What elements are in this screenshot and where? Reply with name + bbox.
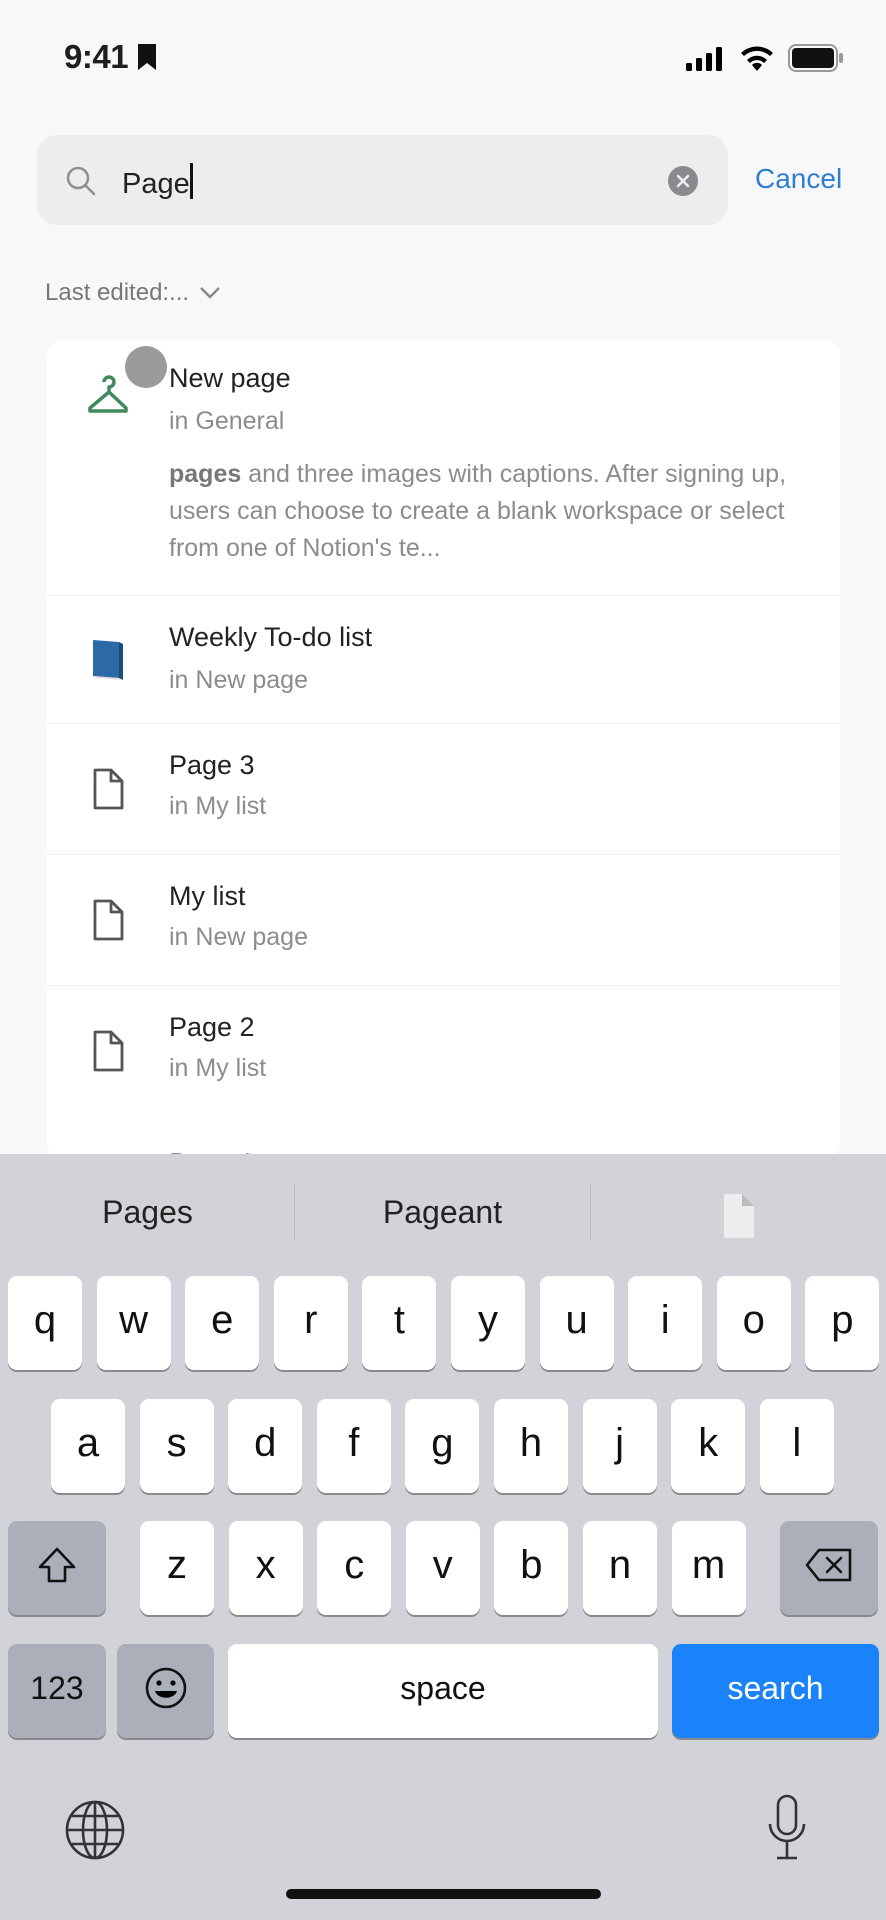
status-time: 9:41 — [64, 38, 157, 76]
clear-icon[interactable] — [668, 166, 698, 196]
search-value[interactable]: Page — [122, 163, 193, 201]
result-title: New page — [169, 363, 291, 393]
emoji-icon — [145, 1667, 186, 1709]
list-item[interactable]: Page 3 in My list — [47, 724, 840, 854]
result-title: My list — [169, 881, 246, 911]
bookmark-icon — [137, 44, 156, 70]
page-icon — [87, 897, 129, 943]
search-icon — [66, 166, 96, 196]
result-location: in My list — [169, 792, 267, 820]
key-h[interactable]: h — [494, 1399, 568, 1493]
key-g[interactable]: g — [405, 1399, 480, 1493]
search-input[interactable]: Page — [37, 135, 728, 225]
list-item[interactable]: Weekly To-do list in New page — [47, 596, 840, 723]
list-item[interactable]: New page in General pages and three imag… — [47, 340, 840, 595]
key-u[interactable]: u — [539, 1276, 614, 1370]
key-k[interactable]: k — [671, 1399, 746, 1493]
key-d[interactable]: d — [228, 1399, 303, 1493]
text-caret — [189, 163, 193, 199]
time-text: 9:41 — [64, 38, 129, 75]
cancel-button[interactable]: Cancel — [755, 163, 842, 195]
keyboard: Pages Pageant qwertyuiop asdfghjkl zxcvbnm… — [0, 1154, 886, 1920]
result-location: in General — [169, 407, 285, 435]
search-results-list: New page in General pages and three imag… — [47, 340, 840, 1160]
book-icon — [93, 640, 123, 680]
result-location: in My list — [169, 1054, 267, 1082]
touch-indicator — [125, 346, 167, 388]
key-w[interactable]: w — [96, 1276, 171, 1370]
key-a[interactable]: a — [51, 1399, 125, 1493]
key-y[interactable]: y — [451, 1276, 525, 1370]
divider — [590, 1184, 591, 1240]
key-i[interactable]: i — [628, 1276, 703, 1370]
numbers-key[interactable]: 123 — [8, 1644, 106, 1738]
microphone-icon[interactable] — [767, 1794, 807, 1862]
result-location: in New page — [169, 666, 308, 694]
last-edited-filter[interactable]: Last edited:... — [45, 279, 221, 307]
key-b[interactable]: b — [494, 1521, 569, 1615]
page-emoji-icon[interactable] — [720, 1192, 760, 1240]
filter-label: Last edited:... — [45, 279, 190, 306]
key-c[interactable]: c — [317, 1521, 392, 1615]
hanger-icon — [88, 375, 128, 413]
shift-icon — [38, 1547, 76, 1583]
search-key[interactable]: search — [672, 1644, 879, 1738]
page-icon — [87, 766, 129, 812]
key-r[interactable]: r — [273, 1276, 348, 1370]
key-e[interactable]: e — [185, 1276, 260, 1370]
key-p[interactable]: p — [805, 1276, 880, 1370]
wifi-icon — [741, 46, 773, 71]
emoji-key[interactable] — [117, 1644, 214, 1738]
result-title: Page 2 — [169, 1012, 255, 1042]
page-icon — [87, 1028, 129, 1074]
key-m[interactable]: m — [671, 1521, 746, 1615]
key-l[interactable]: l — [759, 1399, 834, 1493]
list-item[interactable]: My list in New page — [47, 855, 840, 985]
key-t[interactable]: t — [362, 1276, 437, 1370]
result-title: Weekly To-do list — [169, 622, 373, 652]
backspace-icon — [805, 1548, 852, 1582]
chevron-down-icon — [200, 287, 220, 299]
space-key[interactable]: space — [228, 1644, 658, 1738]
key-s[interactable]: s — [139, 1399, 214, 1493]
suggestion-pages[interactable]: Pages — [0, 1194, 295, 1231]
delete-key[interactable] — [780, 1521, 878, 1615]
key-n[interactable]: n — [583, 1521, 657, 1615]
key-j[interactable]: j — [582, 1399, 657, 1493]
key-f[interactable]: f — [316, 1399, 391, 1493]
list-item[interactable]: Page 2 in My list — [47, 986, 840, 1116]
signal-icon — [686, 47, 722, 71]
key-z[interactable]: z — [140, 1521, 214, 1615]
key-v[interactable]: v — [405, 1521, 480, 1615]
key-o[interactable]: o — [716, 1276, 791, 1370]
battery-icon — [788, 44, 843, 72]
home-indicator[interactable] — [286, 1889, 601, 1899]
result-title: Page 3 — [169, 750, 255, 780]
suggestion-pageant[interactable]: Pageant — [295, 1194, 590, 1231]
result-snippet: pages and three images with captions. Af… — [169, 460, 787, 562]
key-q[interactable]: q — [8, 1276, 82, 1370]
globe-icon[interactable] — [64, 1799, 126, 1861]
result-location: in New page — [169, 923, 308, 951]
key-x[interactable]: x — [228, 1521, 303, 1615]
shift-key[interactable] — [8, 1521, 106, 1615]
